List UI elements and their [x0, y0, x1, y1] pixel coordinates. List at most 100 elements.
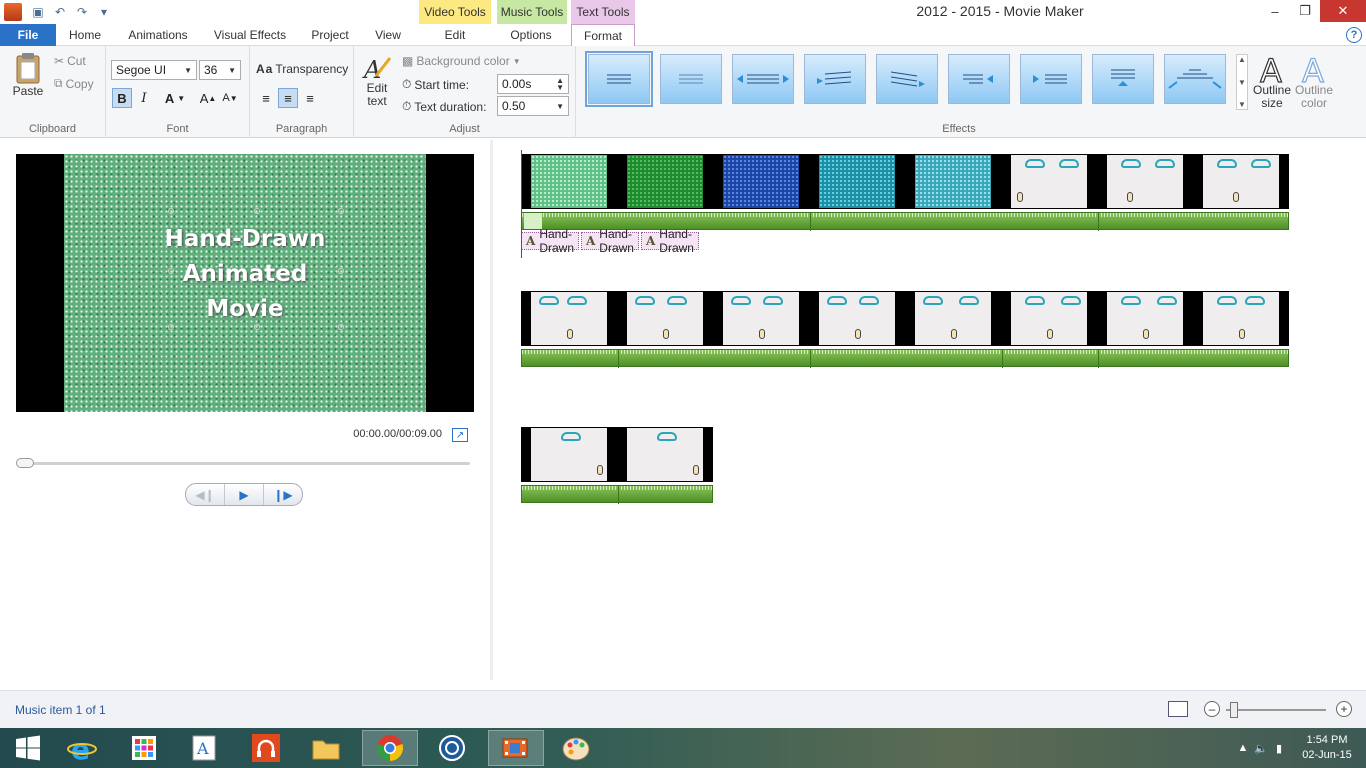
cut-button[interactable]: ✂ Cut — [54, 54, 86, 68]
align-right-icon[interactable]: ≡ — [300, 88, 320, 108]
zoom-slider-track[interactable] — [1226, 709, 1326, 711]
resize-handle[interactable] — [168, 324, 174, 330]
redo-icon[interactable]: ↷ — [72, 2, 92, 22]
spinner-icon[interactable]: ▲ ▼ — [556, 77, 564, 92]
system-clock[interactable]: 1:54 PM 02-Jun-15 — [1288, 733, 1366, 763]
effect-scroll-right[interactable] — [1020, 54, 1082, 104]
music-app-icon[interactable] — [238, 730, 294, 766]
grow-font-icon[interactable]: A ▲ — [198, 88, 218, 108]
video-clip[interactable] — [521, 427, 713, 482]
preview-caption[interactable]: Hand-Drawn Animated Movie — [64, 222, 426, 327]
word-document-icon[interactable]: A — [176, 730, 232, 766]
chevron-up-icon[interactable]: ▲ — [1238, 55, 1246, 64]
copy-button[interactable]: ⧉ Copy — [54, 76, 94, 91]
bold-button[interactable]: B — [112, 88, 132, 108]
music-track[interactable] — [521, 485, 713, 504]
align-center-icon[interactable]: ≡ — [278, 88, 298, 108]
effects-gallery-scroll[interactable]: ▲ ▼ ▼ — [1236, 54, 1248, 110]
save-icon[interactable]: ▣ — [28, 2, 48, 22]
outline-color-button[interactable]: A Outline color — [1294, 54, 1334, 110]
tab-file[interactable]: File — [0, 24, 56, 46]
caption-item[interactable]: A Hand-Drawn — [580, 227, 639, 255]
next-frame-icon[interactable]: ❙▶ — [264, 484, 302, 505]
music-track[interactable] — [521, 212, 1289, 231]
movie-maker-app-icon[interactable] — [4, 3, 22, 21]
background-color-button[interactable]: ▩ Background color ▼ — [402, 54, 521, 68]
edit-text-button[interactable]: A Edit text — [360, 54, 394, 108]
chrome-icon[interactable] — [362, 730, 418, 766]
caption-item[interactable]: A Hand-Drawn — [521, 227, 579, 255]
caption-item[interactable]: A Hand-Drawn — [640, 227, 699, 255]
network-icon[interactable]: ▮ — [1270, 742, 1288, 755]
customize-toolbar-icon[interactable]: ▾ — [94, 2, 114, 22]
help-icon[interactable]: ? — [1346, 27, 1362, 43]
font-color-button[interactable]: A ▼ — [160, 88, 190, 108]
internet-explorer-icon[interactable]: e — [54, 730, 110, 766]
tab-edit[interactable]: Edit — [430, 24, 480, 46]
tab-animations[interactable]: Animations — [122, 24, 194, 46]
font-family-select[interactable]: Segoe UI ▼ — [111, 60, 197, 80]
transparency-button[interactable]: A a Transparency — [256, 62, 348, 76]
thumbnail-size-icon[interactable] — [1168, 701, 1188, 717]
movie-maker-window: ▣ ↶ ↷ ▾ Video Tools Music Tools Text Too… — [0, 0, 1366, 768]
music-track[interactable] — [521, 349, 1289, 368]
fullscreen-icon[interactable]: ↗ — [452, 428, 468, 442]
chevron-down-icon[interactable]: ▼ — [1238, 78, 1246, 87]
tab-options[interactable]: Options — [500, 24, 562, 46]
effect-none[interactable] — [585, 51, 653, 107]
resize-handle[interactable] — [338, 208, 344, 214]
seek-bar[interactable] — [18, 462, 470, 465]
seek-thumb[interactable] — [16, 458, 34, 468]
resize-handle[interactable] — [168, 208, 174, 214]
playhead[interactable] — [521, 150, 522, 258]
video-clip[interactable] — [521, 291, 1289, 346]
resize-handle[interactable] — [254, 208, 260, 214]
restore-button[interactable]: ❐ — [1290, 0, 1320, 22]
align-left-icon[interactable]: ≡ — [256, 88, 276, 108]
effect-scroll-left[interactable] — [948, 54, 1010, 104]
close-button[interactable]: ✕ — [1320, 0, 1366, 22]
effect-fly-out[interactable] — [876, 54, 938, 104]
resize-handle[interactable] — [338, 268, 344, 274]
paint-icon[interactable] — [548, 730, 604, 766]
resize-handle[interactable] — [338, 324, 344, 330]
tab-project[interactable]: Project — [304, 24, 356, 46]
start-time-input[interactable]: 0.00s ▲ ▼ — [497, 74, 569, 94]
effect-fade[interactable] — [660, 54, 722, 104]
store-icon[interactable] — [116, 730, 172, 766]
undo-icon[interactable]: ↶ — [50, 2, 70, 22]
paste-button[interactable]: Paste — [8, 52, 48, 104]
font-size-select[interactable]: 36 ▼ — [199, 60, 241, 80]
zoom-out-icon[interactable]: – — [1204, 701, 1220, 717]
show-hidden-icons-icon[interactable]: ▲ — [1234, 742, 1252, 754]
outline-size-button[interactable]: A Outline size — [1252, 54, 1292, 110]
tab-home[interactable]: Home — [62, 24, 108, 46]
effect-scroll-up[interactable] — [1092, 54, 1154, 104]
minimize-button[interactable]: – — [1260, 0, 1290, 22]
resize-handle[interactable] — [254, 324, 260, 330]
resize-handle[interactable] — [168, 268, 174, 274]
tab-view[interactable]: View — [366, 24, 410, 46]
effect-stretch[interactable] — [732, 54, 794, 104]
play-icon[interactable]: ▶ — [225, 484, 264, 505]
zoom-in-icon[interactable]: + — [1336, 701, 1352, 717]
pane-splitter[interactable] — [490, 140, 493, 680]
italic-button[interactable]: I — [134, 88, 154, 108]
movie-maker-taskbar-icon[interactable] — [488, 730, 544, 766]
volume-icon[interactable]: 🔈 — [1252, 742, 1270, 755]
clip-thumbnail — [819, 292, 895, 345]
shrink-font-icon[interactable]: A ▼ — [220, 88, 240, 108]
text-duration-select[interactable]: 0.50 ▼ — [497, 96, 569, 116]
effect-cinematic[interactable] — [1164, 54, 1226, 104]
start-button[interactable] — [0, 730, 56, 766]
video-clip[interactable] — [521, 154, 1289, 209]
tab-visual-effects[interactable]: Visual Effects — [208, 24, 292, 46]
file-explorer-icon[interactable] — [298, 730, 354, 766]
more-effects-icon[interactable]: ▼ — [1238, 100, 1246, 109]
effect-fly-in-left[interactable] — [804, 54, 866, 104]
media-app-icon[interactable] — [424, 730, 480, 766]
tab-format[interactable]: Format — [571, 24, 635, 47]
zoom-slider-thumb[interactable] — [1230, 702, 1238, 718]
previous-frame-icon[interactable]: ◀❙ — [186, 484, 225, 505]
video-preview[interactable]: Hand-Drawn Animated Movie — [16, 154, 474, 412]
